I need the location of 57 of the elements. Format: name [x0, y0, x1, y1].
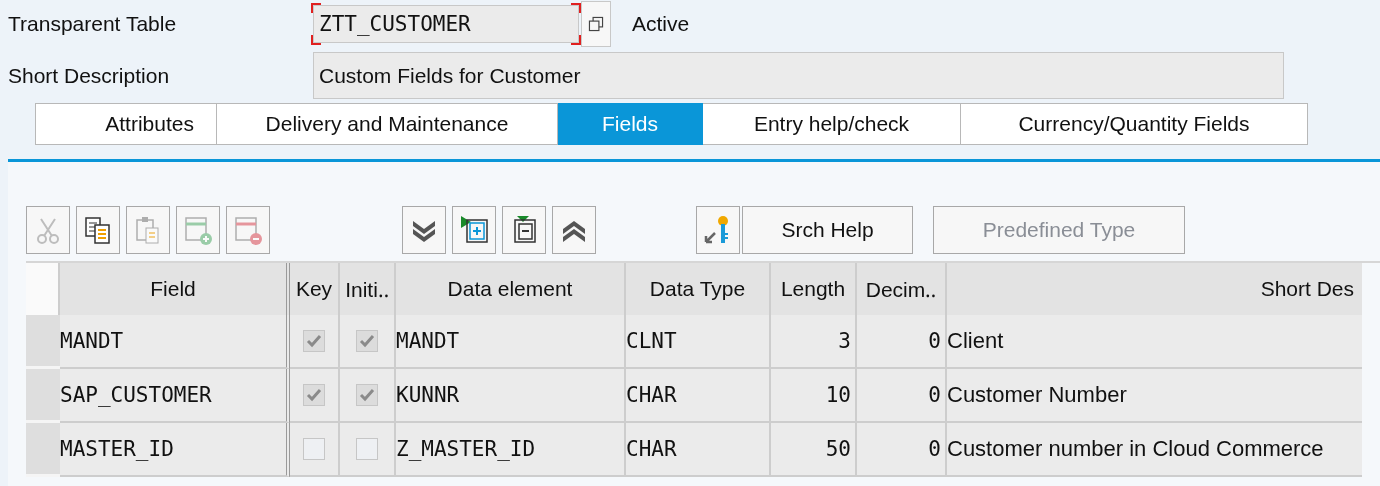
collapse-button[interactable]	[502, 206, 546, 254]
status-text: Active	[632, 12, 690, 36]
table-cell: 3	[771, 315, 857, 369]
table-cell: Customer number in Cloud Commerce	[947, 423, 1362, 477]
toolbar-button[interactable]: Srch Help	[742, 206, 913, 254]
table-cell: MANDT	[396, 315, 626, 369]
tab[interactable]: Currency/Quantity Fields	[961, 103, 1308, 145]
column-header[interactable]: Data Type	[626, 263, 771, 315]
checkbox[interactable]	[356, 438, 378, 460]
checkbox[interactable]	[356, 384, 378, 406]
description-field[interactable]: Custom Fields for Customer	[313, 52, 1284, 99]
insert-row-icon	[183, 214, 213, 246]
table-cell: Customer Number	[947, 369, 1362, 423]
checkbox[interactable]	[303, 438, 325, 460]
column-header[interactable]: Short Des	[947, 263, 1362, 315]
table-cell: CLNT	[626, 315, 771, 369]
table-cell: Client	[947, 315, 1362, 369]
table-cell: 0	[857, 315, 947, 369]
table-cell: 50	[771, 423, 857, 477]
table-cell: MASTER_ID	[60, 423, 290, 477]
table-cell: CHAR	[626, 369, 771, 423]
column-header[interactable]: Key	[290, 263, 340, 315]
tab[interactable]: Entry help/check	[703, 103, 961, 145]
checkmark-icon	[359, 388, 375, 402]
table-cell: 10	[771, 369, 857, 423]
table-cell: Z_MASTER_ID	[396, 423, 626, 477]
double-chevron-up-button[interactable]	[552, 206, 596, 254]
checkmark-icon	[306, 334, 322, 348]
tab[interactable]: Delivery and Maintenance	[217, 103, 558, 145]
checkmark-icon	[359, 334, 375, 348]
field-label: Short Description	[8, 63, 171, 88]
field-label: Transparent Table	[8, 12, 178, 36]
table-cell: 0	[857, 423, 947, 477]
checkmark-icon	[306, 388, 322, 402]
table-cell: SAP_CUSTOMER	[60, 369, 290, 423]
column-header[interactable]: Length	[771, 263, 857, 315]
delete-row-icon	[233, 214, 263, 246]
column-header[interactable]: Initi‥	[340, 263, 396, 315]
checkbox[interactable]	[303, 330, 325, 352]
tab[interactable]: Attributes	[35, 103, 217, 145]
table-name-field[interactable]: ZTT_CUSTOMER	[313, 5, 579, 43]
expand-icon	[459, 214, 489, 246]
copy-button[interactable]	[581, 1, 611, 47]
column-header[interactable]: Decim‥	[857, 263, 947, 315]
expand-button[interactable]	[452, 206, 496, 254]
table-cell: CHAR	[626, 423, 771, 477]
copy-document-button[interactable]	[76, 206, 120, 254]
checkbox[interactable]	[303, 384, 325, 406]
copy-document-icon	[83, 214, 113, 246]
checkbox[interactable]	[356, 330, 378, 352]
table-cell: MANDT	[60, 315, 290, 369]
table-cell: KUNNR	[396, 369, 626, 423]
column-header[interactable]: Data element	[396, 263, 626, 315]
key-button[interactable]	[696, 206, 740, 254]
table-cell: 0	[857, 369, 947, 423]
double-chevron-down-button[interactable]	[402, 206, 446, 254]
column-header[interactable]: Field	[60, 263, 290, 315]
